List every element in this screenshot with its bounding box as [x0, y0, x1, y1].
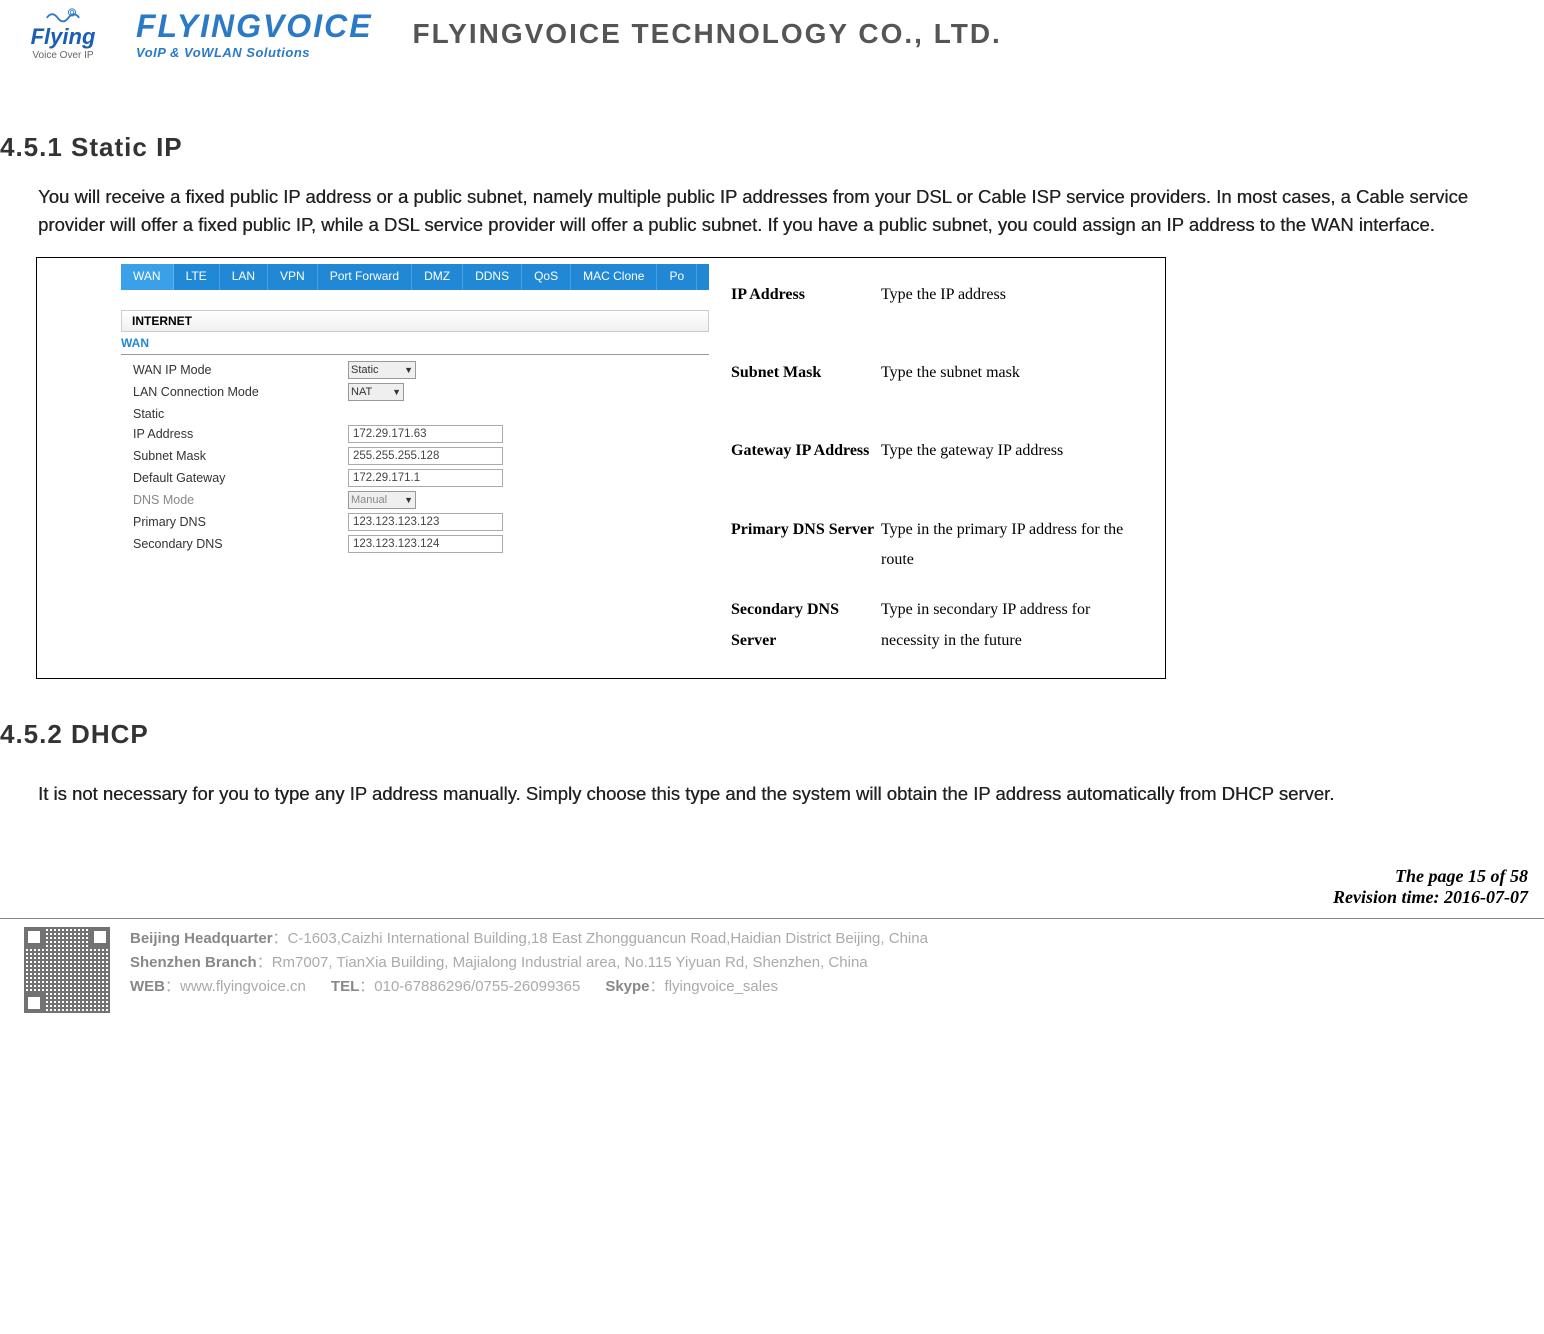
dns-mode-select[interactable]: Manual▼	[348, 491, 416, 509]
primary-dns-label: Primary DNS	[133, 515, 348, 529]
tab-wan[interactable]: WAN	[121, 264, 174, 290]
logo2-top: FLYINGVOICE	[136, 8, 373, 45]
internet-header: INTERNET	[121, 310, 709, 332]
tab-qos[interactable]: QoS	[522, 264, 571, 290]
tel-label: TEL	[331, 978, 359, 995]
tab-vpn[interactable]: VPN	[268, 264, 318, 290]
primary-dns-input[interactable]: 123.123.123.123	[348, 513, 503, 531]
ip-address-input[interactable]: 172.29.171.63	[348, 425, 503, 443]
footer-contact: Beijing Headquarter：C-1603,Caizhi Intern…	[130, 927, 928, 999]
subnet-mask-label: Subnet Mask	[133, 449, 348, 463]
tab-po[interactable]: Po	[657, 264, 697, 290]
static-subheader: Static	[133, 403, 697, 423]
logo-flying-voice: Flying Voice Over IP	[0, 4, 126, 64]
desc-ip-term: IP Address	[731, 280, 881, 310]
page-number: The page 15 of 58	[0, 866, 1528, 887]
tab-lte[interactable]: LTE	[174, 264, 220, 290]
desc-sdns-term: Secondary DNS Server	[731, 595, 881, 656]
chevron-down-icon: ▼	[392, 387, 401, 397]
skype-value: flyingvoice_sales	[665, 978, 778, 995]
wave-icon	[45, 8, 81, 24]
section-dhcp-body: It is not necessary for you to type any …	[0, 780, 1544, 808]
tab-port-forward[interactable]: Port Forward	[318, 264, 412, 290]
logo2-bottom: VoIP & VoWLAN Solutions	[136, 45, 373, 60]
tab-ddns[interactable]: DDNS	[463, 264, 522, 290]
dns-mode-label: DNS Mode	[133, 493, 348, 507]
screenshot-box: WAN LTE LAN VPN Port Forward DMZ DDNS Qo…	[36, 257, 1166, 680]
wan-ip-mode-label: WAN IP Mode	[133, 363, 348, 377]
desc-gw-val: Type the gateway IP address	[881, 436, 1149, 466]
tab-dmz[interactable]: DMZ	[412, 264, 463, 290]
chevron-down-icon: ▼	[404, 495, 413, 505]
lan-conn-select[interactable]: NAT▼	[348, 383, 404, 401]
revision-time: Revision time: 2016-07-07	[0, 887, 1528, 908]
page-footer: The page 15 of 58 Revision time: 2016-07…	[0, 826, 1544, 916]
default-gateway-label: Default Gateway	[133, 471, 348, 485]
desc-sdns-val: Type in secondary IP address for necessi…	[881, 595, 1149, 656]
web-value: www.flyingvoice.cn	[180, 978, 306, 995]
hq-label: Beijing Headquarter	[130, 930, 273, 947]
section-dhcp-title: 4.5.2 DHCP	[0, 719, 1544, 750]
desc-gw-term: Gateway IP Address	[731, 436, 881, 466]
sz-address: Rm7007, TianXia Building, Majialong Indu…	[272, 954, 868, 971]
tel-value: 010-67886296/0755-26099365	[374, 978, 580, 995]
sz-label: Shenzhen Branch	[130, 954, 257, 971]
section-static-ip-title: 4.5.1 Static IP	[0, 132, 1544, 163]
default-gateway-input[interactable]: 172.29.171.1	[348, 469, 503, 487]
tab-mac-clone[interactable]: MAC Clone	[571, 264, 657, 290]
company-name: FLYINGVOICE TECHNOLOGY CO., LTD.	[413, 18, 1002, 50]
desc-mask-term: Subnet Mask	[731, 358, 881, 388]
subnet-mask-input[interactable]: 255.255.255.128	[348, 447, 503, 465]
secondary-dns-input[interactable]: 123.123.123.124	[348, 535, 503, 553]
wan-ip-mode-select[interactable]: Static▼	[348, 361, 416, 379]
wan-header: WAN	[121, 334, 709, 355]
ip-address-label: IP Address	[133, 427, 348, 441]
lan-conn-label: LAN Connection Mode	[133, 385, 348, 399]
page-header: Flying Voice Over IP FLYINGVOICE VoIP & …	[0, 0, 1544, 72]
wan-form: WAN IP Mode Static▼ LAN Connection Mode …	[121, 355, 697, 565]
bottom-footer: Beijing Headquarter：C-1603,Caizhi Intern…	[0, 919, 1544, 1023]
description-column: IP AddressType the IP address Subnet Mas…	[697, 258, 1165, 679]
hq-address: C-1603,Caizhi International Building,18 …	[288, 930, 928, 947]
qr-code	[24, 927, 110, 1013]
web-label: WEB	[130, 978, 165, 995]
skype-label: Skype	[605, 978, 649, 995]
chevron-down-icon: ▼	[404, 365, 413, 375]
secondary-dns-label: Secondary DNS	[133, 537, 348, 551]
logo-flyingvoice-solutions: FLYINGVOICE VoIP & VoWLAN Solutions	[136, 8, 373, 60]
desc-pdns-val: Type in the primary IP address for the r…	[881, 515, 1149, 576]
tab-lan[interactable]: LAN	[220, 264, 268, 290]
logo1-sub: Voice Over IP	[32, 50, 93, 61]
logo1-text: Flying	[31, 24, 96, 50]
desc-ip-val: Type the IP address	[881, 280, 1149, 310]
router-screenshot: WAN LTE LAN VPN Port Forward DMZ DDNS Qo…	[37, 258, 697, 679]
section-static-ip-body: You will receive a fixed public IP addre…	[0, 183, 1544, 239]
desc-mask-val: Type the subnet mask	[881, 358, 1149, 388]
router-tabs: WAN LTE LAN VPN Port Forward DMZ DDNS Qo…	[121, 264, 709, 290]
desc-pdns-term: Primary DNS Server	[731, 515, 881, 576]
